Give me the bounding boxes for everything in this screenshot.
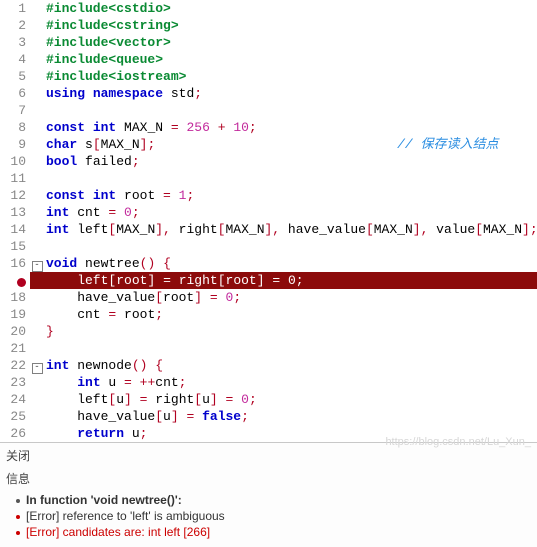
line-number: 14 <box>0 221 30 238</box>
line-number: 20 <box>0 323 30 340</box>
line-number: 24 <box>0 391 30 408</box>
line-number: 18 <box>0 289 30 306</box>
compiler-error[interactable]: [Error] reference to 'left' is ambiguous <box>16 509 531 523</box>
code-content[interactable]: int u = ++cnt; <box>44 374 537 391</box>
code-line[interactable]: 13 int cnt = 0; <box>0 204 537 221</box>
line-number: 2 <box>0 17 30 34</box>
fold-gutter[interactable]: - <box>30 255 44 272</box>
line-number: 8 <box>0 119 30 136</box>
code-line[interactable]: left[root] = right[root] = 0; <box>0 272 537 289</box>
code-content[interactable]: #include<vector> <box>44 34 537 51</box>
line-number: 13 <box>0 204 30 221</box>
line-number: 21 <box>0 340 30 357</box>
code-line[interactable]: 1 #include<cstdio> <box>0 0 537 17</box>
panel-close-label[interactable]: 关闭 <box>6 447 531 464</box>
code-line[interactable]: 6 using namespace std; <box>0 85 537 102</box>
code-content[interactable]: left[root] = right[root] = 0; <box>44 272 537 289</box>
code-content[interactable]: #include<iostream> <box>44 68 537 85</box>
code-line[interactable]: 8 const int MAX_N = 256 + 10; <box>0 119 537 136</box>
code-content[interactable]: left[u] = right[u] = 0; <box>44 391 537 408</box>
compiler-error[interactable]: [Error] candidates are: int left [266] <box>16 525 531 539</box>
code-content[interactable]: char s[MAX_N]; // 保存读入结点 <box>44 136 537 153</box>
line-number: 26 <box>0 425 30 442</box>
line-number: 25 <box>0 408 30 425</box>
code-line[interactable]: 19 cnt = root; <box>0 306 537 323</box>
fold-toggle-icon[interactable]: - <box>32 363 43 374</box>
line-number: 12 <box>0 187 30 204</box>
code-line[interactable]: 26 return u; <box>0 425 537 442</box>
code-line[interactable]: 18 have_value[root] = 0; <box>0 289 537 306</box>
line-number: 3 <box>0 34 30 51</box>
code-content[interactable]: cnt = root; <box>44 306 537 323</box>
code-editor[interactable]: 1 #include<cstdio> 2 #include<cstring> 3 #inc… <box>0 0 537 442</box>
line-number: 16 <box>0 255 30 272</box>
line-number: 19 <box>0 306 30 323</box>
code-content[interactable]: void newtree() { <box>44 255 537 272</box>
code-line[interactable]: 16-void newtree() { <box>0 255 537 272</box>
breakpoint-icon[interactable] <box>17 278 26 287</box>
code-line[interactable]: 3 #include<vector> <box>0 34 537 51</box>
panel-info-label: 信息 <box>6 470 531 487</box>
code-content[interactable]: #include<queue> <box>44 51 537 68</box>
code-line[interactable]: 10 bool failed; <box>0 153 537 170</box>
code-line[interactable]: 7 <box>0 102 537 119</box>
fold-gutter[interactable]: - <box>30 357 44 374</box>
code-line[interactable]: 22-int newnode() { <box>0 357 537 374</box>
code-line[interactable]: 25 have_value[u] = false; <box>0 408 537 425</box>
line-number: 1 <box>0 0 30 17</box>
line-number: 4 <box>0 51 30 68</box>
code-content[interactable]: have_value[root] = 0; <box>44 289 537 306</box>
compiler-message: In function 'void newtree()': <box>16 493 531 507</box>
line-number: 15 <box>0 238 30 255</box>
line-number: 5 <box>0 68 30 85</box>
code-line[interactable]: 21 <box>0 340 537 357</box>
code-line[interactable]: 4 #include<queue> <box>0 51 537 68</box>
code-content[interactable]: have_value[u] = false; <box>44 408 537 425</box>
code-line[interactable]: 12 const int root = 1; <box>0 187 537 204</box>
fold-toggle-icon[interactable]: - <box>32 261 43 272</box>
line-number: 10 <box>0 153 30 170</box>
line-number <box>0 272 30 289</box>
code-line[interactable]: 14 int left[MAX_N], right[MAX_N], have_va… <box>0 221 537 238</box>
code-line[interactable]: 15 <box>0 238 537 255</box>
code-line[interactable]: 23 int u = ++cnt; <box>0 374 537 391</box>
code-line[interactable]: 9 char s[MAX_N]; // 保存读入结点 <box>0 136 537 153</box>
line-number: 11 <box>0 170 30 187</box>
code-content[interactable]: #include<cstring> <box>44 17 537 34</box>
code-content[interactable]: bool failed; <box>44 153 537 170</box>
code-content[interactable]: int left[MAX_N], right[MAX_N], have_valu… <box>44 221 537 238</box>
line-number: 23 <box>0 374 30 391</box>
line-number: 6 <box>0 85 30 102</box>
code-line[interactable]: 5 #include<iostream> <box>0 68 537 85</box>
code-content[interactable]: return u; <box>44 425 537 442</box>
code-content[interactable]: const int MAX_N = 256 + 10; <box>44 119 537 136</box>
code-content[interactable]: int cnt = 0; <box>44 204 537 221</box>
code-content[interactable]: const int root = 1; <box>44 187 537 204</box>
code-content[interactable]: int newnode() { <box>44 357 537 374</box>
code-line[interactable]: 24 left[u] = right[u] = 0; <box>0 391 537 408</box>
messages-panel: 关闭 信息 In function 'void newtree()': [Err… <box>0 442 537 547</box>
line-number: 9 <box>0 136 30 153</box>
code-line[interactable]: 20} <box>0 323 537 340</box>
code-content[interactable]: #include<cstdio> <box>44 0 537 17</box>
code-line[interactable]: 11 <box>0 170 537 187</box>
code-line[interactable]: 2 #include<cstring> <box>0 17 537 34</box>
line-number: 22 <box>0 357 30 374</box>
code-content[interactable]: } <box>44 323 537 340</box>
line-number: 7 <box>0 102 30 119</box>
code-content[interactable]: using namespace std; <box>44 85 537 102</box>
